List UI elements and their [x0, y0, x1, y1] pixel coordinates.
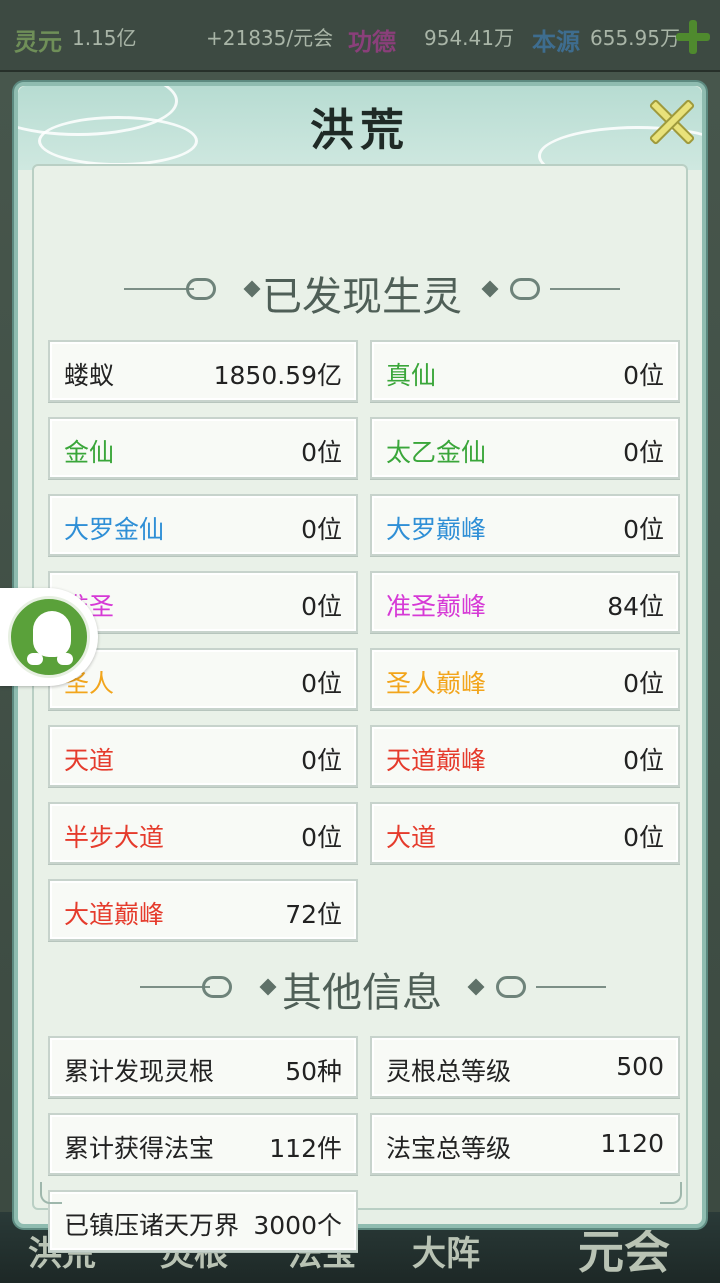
nav-dazhen[interactable]: 大阵 [412, 1226, 480, 1275]
creature-cell: 圣人 0位 [48, 648, 358, 710]
corner-ornament [40, 1182, 62, 1204]
corner-ornament [660, 1182, 682, 1204]
creature-name: 大道巅峰 [64, 900, 165, 929]
creature-value: 0位 [623, 823, 664, 852]
stat-value: 3000个 [253, 1211, 342, 1240]
creature-name: 金仙 [64, 438, 115, 467]
creature-name: 大罗金仙 [64, 515, 165, 544]
creature-value: 0位 [301, 592, 342, 621]
stat-value: 1120 [600, 1129, 664, 1158]
ornament-right [480, 276, 620, 304]
stat-cell: 已镇压诸天万界 3000个 [48, 1190, 358, 1252]
creature-cell: 天道巅峰 0位 [370, 725, 680, 787]
content-panel: 已发现生灵 蝼蚁 1850.59亿 真仙 0位 金仙 0位 太乙金仙 0位 大罗金仙 0位 大罗巅峰… [32, 164, 688, 1252]
stat-cell: 法宝总等级 1120 [370, 1113, 680, 1175]
creature-value: 0位 [301, 515, 342, 544]
creature-value: 0位 [301, 823, 342, 852]
creature-name: 大罗巅峰 [386, 515, 487, 544]
creature-value: 84位 [607, 592, 664, 621]
stat-name: 累计发现灵根 [64, 1057, 215, 1086]
creature-value: 1850.59亿 [213, 361, 342, 390]
resource-bar: 灵元 1.15亿 +21835/元会 功德 954.41万 本源 655.95万 [0, 0, 720, 72]
creature-value: 0位 [623, 746, 664, 775]
creature-value: 0位 [301, 746, 342, 775]
qq-icon [8, 596, 90, 678]
gongde-label: 功德 [348, 27, 396, 56]
creature-name: 天道巅峰 [386, 746, 487, 775]
creature-value: 0位 [623, 669, 664, 698]
creature-name: 半步大道 [64, 823, 165, 852]
creature-cell: 大罗金仙 0位 [48, 494, 358, 556]
stat-name: 累计获得法宝 [64, 1134, 215, 1163]
lingyuan-label: 灵元 [14, 27, 62, 56]
stat-value: 50种 [285, 1057, 342, 1086]
creature-cell: 太乙金仙 0位 [370, 417, 680, 479]
benyuan-label: 本源 [532, 27, 580, 56]
creature-value: 0位 [623, 515, 664, 544]
creature-cell: 准圣巅峰 84位 [370, 571, 680, 633]
stat-cell: 累计获得法宝 112件 [48, 1113, 358, 1175]
creature-cell: 半步大道 0位 [48, 802, 358, 864]
creature-name: 大道 [386, 823, 437, 852]
stat-value: 112件 [269, 1134, 342, 1163]
creature-value: 0位 [623, 361, 664, 390]
creature-cell: 大道巅峰 72位 [48, 879, 358, 941]
benyuan-value: 655.95万 [590, 26, 680, 50]
creature-cell: 蝼蚁 1850.59亿 [48, 340, 358, 402]
creature-value: 0位 [623, 438, 664, 467]
plus-icon[interactable] [674, 18, 712, 56]
ornament-right [466, 974, 606, 1002]
stat-name: 灵根总等级 [386, 1057, 512, 1086]
creature-cell: 真仙 0位 [370, 340, 680, 402]
creature-cell: 天道 0位 [48, 725, 358, 787]
stat-value: 500 [616, 1052, 664, 1081]
creature-name: 圣人巅峰 [386, 669, 487, 698]
creature-name: 天道 [64, 746, 115, 775]
close-icon[interactable] [636, 86, 706, 156]
creature-value: 0位 [301, 438, 342, 467]
honghuang-dialog: 洪荒 已发现生灵 蝼蚁 1850.59亿 真仙 0位 金仙 0位 太乙金仙 0位 大罗金仙 0位大… [14, 82, 706, 1252]
dialog-header: 洪荒 [18, 86, 702, 170]
stat-name: 已镇压诸天万界 [64, 1211, 240, 1240]
creature-cell: 大罗巅峰 0位 [370, 494, 680, 556]
creature-name: 太乙金仙 [386, 438, 487, 467]
creature-name: 真仙 [386, 361, 437, 390]
stat-name: 法宝总等级 [386, 1134, 512, 1163]
floating-qq-button[interactable] [0, 588, 98, 686]
creature-name: 蝼蚁 [64, 361, 115, 390]
dialog-title: 洪荒 [310, 105, 410, 156]
lingyuan-rate: +21835/元会 [206, 26, 334, 50]
stat-cell: 灵根总等级 500 [370, 1036, 680, 1098]
lingyuan-value: 1.15亿 [72, 26, 137, 50]
gongde-value: 954.41万 [424, 26, 514, 50]
creature-value: 72位 [285, 900, 342, 929]
stat-cell: 累计发现灵根 50种 [48, 1036, 358, 1098]
creature-cell: 金仙 0位 [48, 417, 358, 479]
creature-cell: 圣人巅峰 0位 [370, 648, 680, 710]
creature-value: 0位 [301, 669, 342, 698]
creature-name: 准圣巅峰 [386, 592, 487, 621]
creature-cell: 大道 0位 [370, 802, 680, 864]
